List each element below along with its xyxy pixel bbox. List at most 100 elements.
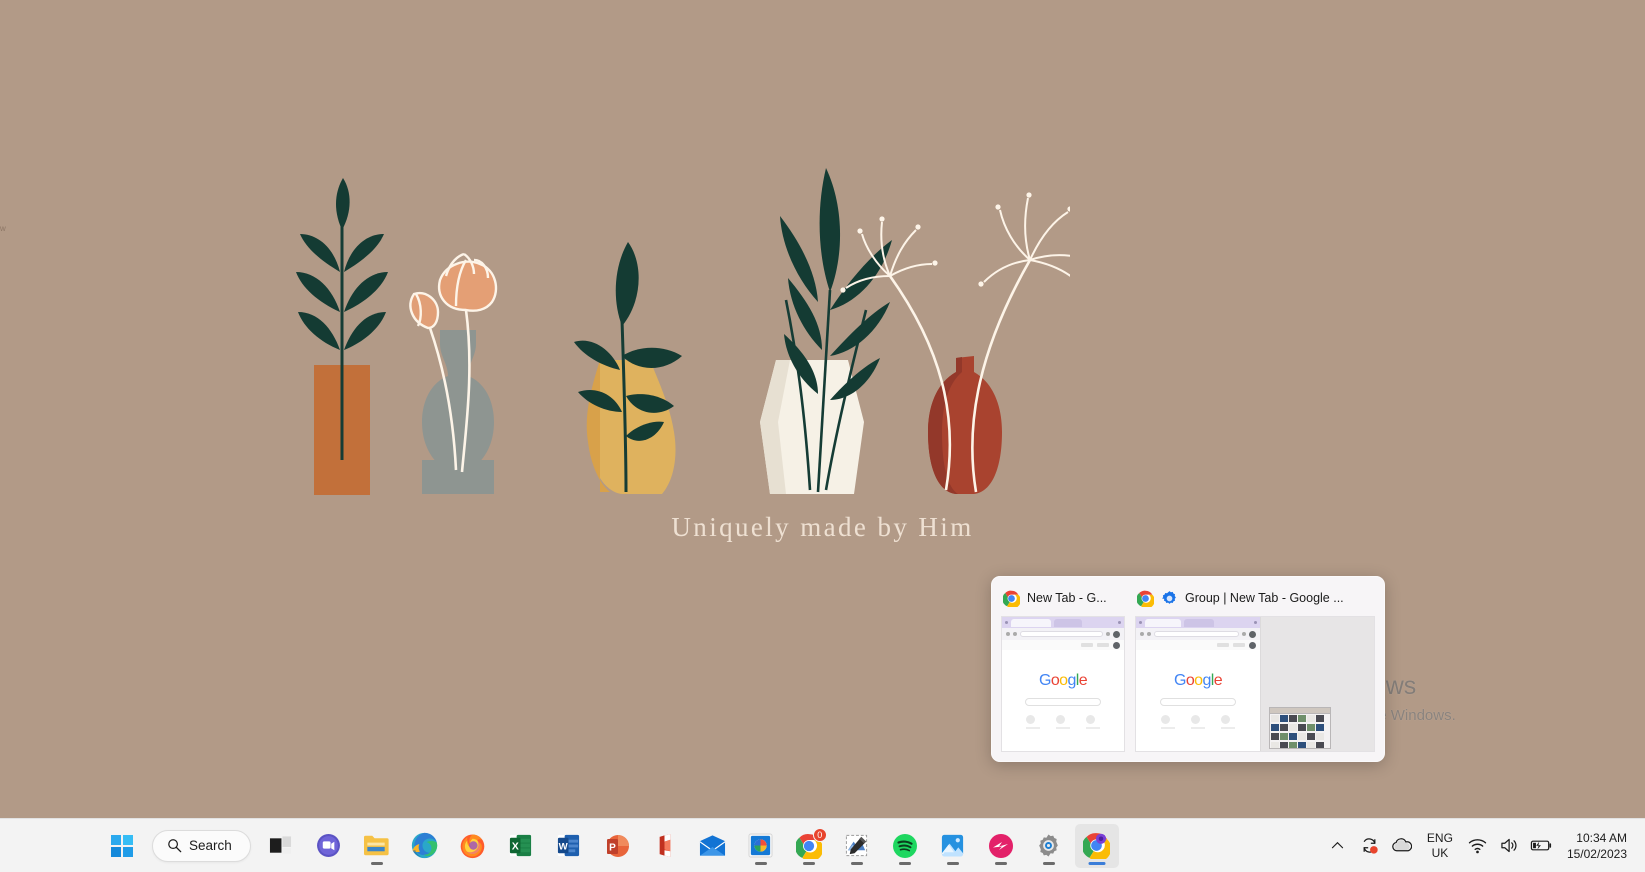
active-indicator xyxy=(1088,861,1106,865)
running-indicator xyxy=(802,861,815,865)
taskbar-thumbnail-preview[interactable]: New Tab - G... Google Group | New Tab - … xyxy=(991,576,1385,762)
show-hidden-icons-button[interactable] xyxy=(1323,826,1353,866)
spotify-button[interactable] xyxy=(883,824,927,868)
svg-text:W: W xyxy=(559,841,569,852)
edge-button[interactable] xyxy=(403,824,447,868)
preview-header: Group | New Tab - Google ... xyxy=(1131,582,1379,614)
photos-icon xyxy=(942,834,964,857)
chat-button[interactable] xyxy=(307,824,351,868)
chrome-icon xyxy=(1083,833,1111,859)
svg-text:X: X xyxy=(512,840,519,852)
mini-tabstrip xyxy=(1136,617,1260,628)
canva-button[interactable] xyxy=(979,824,1023,868)
settings-button[interactable] xyxy=(1027,824,1071,868)
powerpoint-button[interactable]: P xyxy=(595,824,639,868)
task-view-icon xyxy=(270,835,292,854)
running-indicator xyxy=(1042,861,1055,865)
taskview-button[interactable] xyxy=(259,824,303,868)
search-input[interactable]: Search xyxy=(152,829,251,862)
excel-button[interactable]: X xyxy=(499,824,543,868)
chrome-button-3[interactable] xyxy=(1074,823,1119,868)
office-button[interactable] xyxy=(643,824,687,868)
snipping-tool-icon xyxy=(846,834,868,857)
tab-group-gear-icon xyxy=(1162,590,1176,604)
windows-update-button[interactable] xyxy=(1355,826,1385,866)
wallpaper-caption: Uniquely made by Him xyxy=(671,512,974,542)
running-indicator xyxy=(946,861,959,865)
battery-button[interactable] xyxy=(1527,826,1557,866)
powerpoint-icon: P xyxy=(606,834,629,857)
file-explorer-button[interactable] xyxy=(355,824,399,868)
running-indicator xyxy=(370,861,383,865)
preview-thumbnail-image[interactable]: Google xyxy=(1001,616,1125,752)
volume-button[interactable] xyxy=(1495,826,1525,866)
edge-icon xyxy=(412,832,438,859)
search-label: Search xyxy=(189,838,232,853)
preview-thumbnail-item[interactable]: New Tab - G... Google xyxy=(997,582,1129,756)
desktop-wallpaper[interactable]: w Uniquely made by Him xyxy=(0,0,1645,872)
clock-time: 10:34 AM xyxy=(1576,830,1627,845)
mini-shortcuts xyxy=(1136,715,1260,729)
stray-desktop-text: w xyxy=(0,224,7,233)
wifi-icon xyxy=(1469,839,1487,854)
battery-charging-icon xyxy=(1531,840,1552,851)
firefox-button[interactable] xyxy=(451,824,495,868)
chevron-up-icon xyxy=(1332,841,1344,849)
preview-title: New Tab - G... xyxy=(1027,591,1107,605)
firefox-icon xyxy=(460,834,485,859)
cloud-icon xyxy=(1392,838,1413,852)
plants-in-vases-illustration xyxy=(296,168,1070,495)
clock-button[interactable]: 10:34 AM 15/02/2023 xyxy=(1559,826,1637,866)
mail-icon xyxy=(700,834,726,856)
taskbar: Search X W P 0 ENG UK 10:34 AM 15/02/202… xyxy=(0,818,1645,872)
mini-bookmarks-bar xyxy=(1136,640,1260,650)
input-indicator[interactable]: ENG UK xyxy=(1419,826,1461,866)
search-icon xyxy=(168,839,182,853)
input-language-line1: ENG xyxy=(1426,830,1453,845)
windows-logo-icon xyxy=(111,834,133,857)
network-button[interactable] xyxy=(1463,826,1493,866)
preview-title: Group | New Tab - Google ... xyxy=(1185,591,1344,605)
running-indicator xyxy=(898,861,911,865)
nested-screenshot-thumbnail xyxy=(1269,707,1331,749)
update-icon xyxy=(1363,838,1379,854)
teams-chat-icon xyxy=(317,834,341,857)
chrome-button-1[interactable]: 0 xyxy=(787,824,831,868)
onedrive-button[interactable] xyxy=(1387,826,1417,866)
mini-bookmarks-bar xyxy=(1002,640,1124,650)
chrome-icon xyxy=(1137,590,1154,607)
notification-badge: 0 xyxy=(812,827,827,842)
running-indicator xyxy=(850,861,863,865)
mini-search-box xyxy=(1159,698,1237,706)
snipping-tool-button[interactable] xyxy=(835,824,879,868)
mini-search-box xyxy=(1025,698,1101,706)
canva-icon xyxy=(988,833,1013,858)
photos-button[interactable] xyxy=(931,824,975,868)
chrome-icon xyxy=(1003,590,1020,607)
start-button[interactable] xyxy=(100,824,144,868)
input-language-line2: UK xyxy=(1431,845,1449,860)
running-indicator xyxy=(754,861,767,865)
microsoft-store-icon xyxy=(748,833,773,858)
mini-omnibox xyxy=(1002,628,1124,640)
preview-thumbnail-image[interactable]: Google xyxy=(1135,616,1375,752)
mini-google-logo: Google xyxy=(1173,672,1223,689)
excel-icon: X xyxy=(510,834,532,857)
office-icon xyxy=(659,833,671,858)
mini-google-logo: Google xyxy=(1038,672,1088,689)
word-icon: W xyxy=(558,834,580,857)
mail-button[interactable] xyxy=(691,824,735,868)
mini-tabstrip xyxy=(1002,617,1124,628)
preview-secondary-pane xyxy=(1260,617,1374,751)
clock-date: 15/02/2023 xyxy=(1566,846,1627,861)
mini-shortcuts xyxy=(1002,715,1124,729)
word-button[interactable]: W xyxy=(547,824,591,868)
speaker-icon xyxy=(1501,838,1517,853)
folder-icon xyxy=(364,835,389,856)
preview-thumbnail-item[interactable]: Group | New Tab - Google ... Google xyxy=(1131,582,1379,756)
store-button[interactable] xyxy=(739,824,783,868)
system-tray: ENG UK 10:34 AM 15/02/2023 xyxy=(1323,819,1637,872)
mini-omnibox xyxy=(1136,628,1260,640)
taskbar-icon-group: Search X W P 0 xyxy=(100,823,1119,868)
desktop-screen: w Uniquely made by Him Windows. New Tab … xyxy=(0,0,1645,872)
